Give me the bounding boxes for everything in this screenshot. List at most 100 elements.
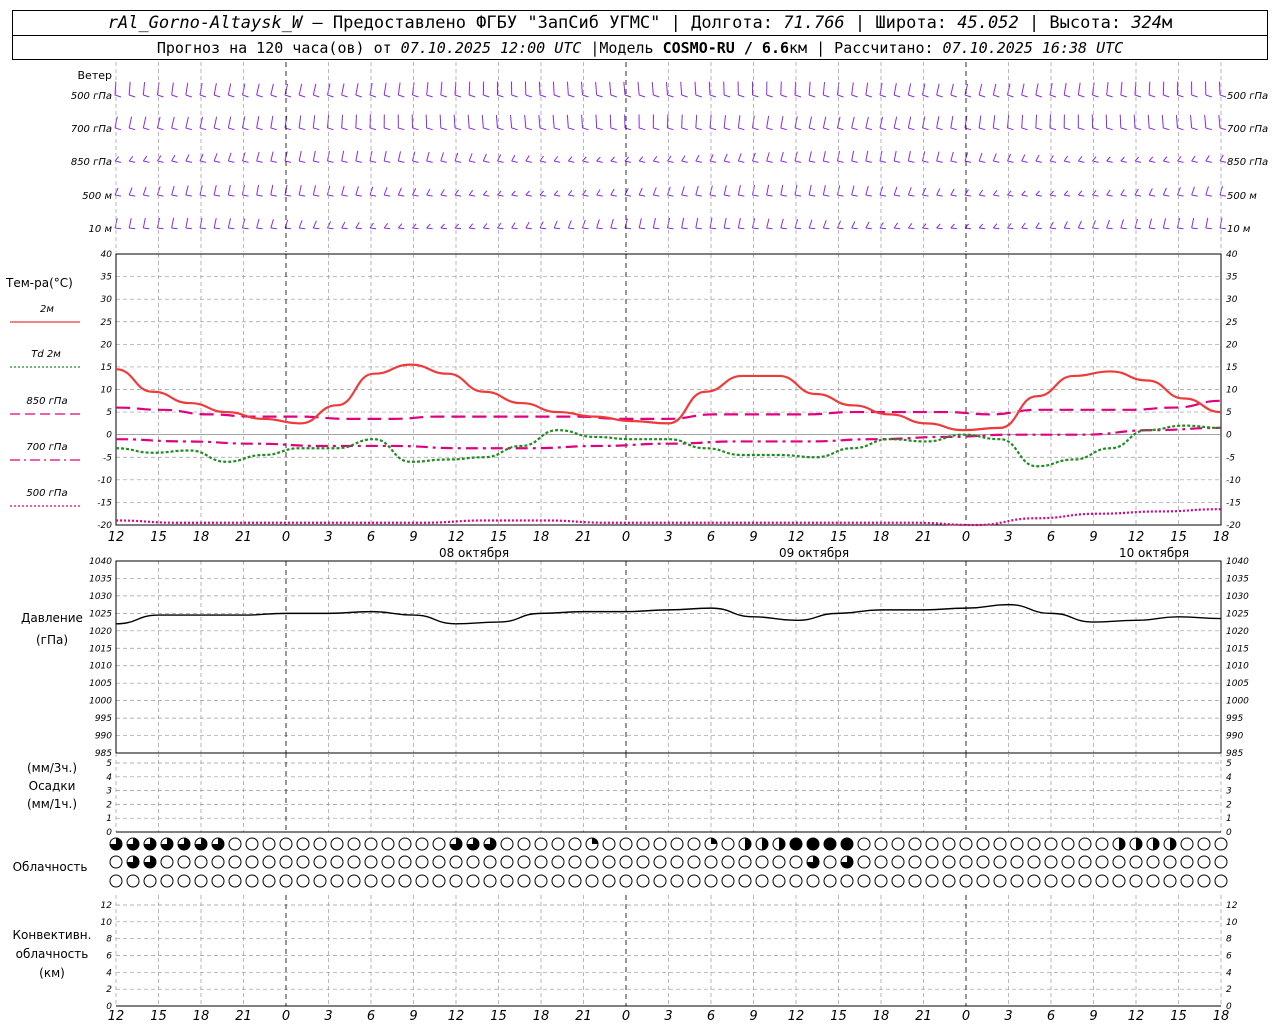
- wind-barb-staff: [355, 83, 359, 96]
- cloud-cover-icon: [1129, 874, 1143, 888]
- wind-barb-feather: [171, 227, 178, 230]
- cloud-circle: [959, 837, 973, 851]
- cloud-circle: [993, 855, 1007, 869]
- wind-barb-feather: [440, 160, 447, 163]
- cloud-cover-icon: [942, 855, 956, 869]
- cloud-circle: [1010, 874, 1024, 888]
- wind-barb-feather: [525, 227, 532, 230]
- wind-barb-staff: [978, 223, 984, 229]
- hour-tick-label: 9: [1089, 1009, 1097, 1024]
- wind-barb-feather: [284, 194, 292, 197]
- cloud-cover-icon: [245, 837, 259, 851]
- cloud-cover-icon: [364, 874, 378, 888]
- wind-barb-feather: [568, 160, 575, 163]
- pressure-tick-right: 1015: [1226, 644, 1249, 654]
- wind-barb-staff: [1177, 156, 1182, 162]
- wind-barb-staff: [1148, 81, 1151, 96]
- wind-barb-staff: [1077, 220, 1082, 229]
- wind-barb-feather: [440, 194, 447, 197]
- wind-barb-staff: [171, 185, 175, 196]
- hour-tick-label: 0: [962, 530, 970, 545]
- wind-barb-staff: [1035, 83, 1039, 96]
- cloud-cover-icon: [313, 855, 327, 869]
- wind-barb-feather: [469, 127, 476, 131]
- wind-barb-staff: [538, 114, 541, 129]
- hour-tick-label: 18: [873, 530, 890, 545]
- wind-barb-staff: [383, 82, 387, 96]
- wind-barb-feather: [695, 194, 702, 197]
- wind-barb-staff: [128, 81, 131, 96]
- temp-tick-right: 5: [1226, 408, 1232, 418]
- wind-barb-feather: [681, 94, 688, 98]
- wind-barb-feather: [1163, 194, 1170, 197]
- wind-barb-staff: [270, 83, 274, 96]
- wind-barb-feather: [1049, 94, 1057, 98]
- wind-barb-staff: [1035, 190, 1040, 196]
- wind-barb-staff: [893, 116, 898, 129]
- axis-tick-labels: 40 4035 3530 3025 2520 2015 1510 105 50 0-5 -5-10-…: [89, 250, 1249, 1024]
- hour-tick-label: 15: [150, 530, 167, 545]
- wind-barb-staff: [667, 155, 672, 162]
- cloud-circle: [364, 837, 378, 851]
- cloud-circle: [228, 874, 242, 888]
- cloud-cover-icon: [1180, 855, 1194, 869]
- wind-barb-feather: [766, 227, 773, 230]
- wind-barb-staff: [1191, 217, 1195, 229]
- wind-barb-feather: [993, 94, 1000, 98]
- precip-tick-right: 0: [1226, 828, 1232, 838]
- wind-barb-feather: [766, 160, 773, 163]
- wind-barb-staff: [652, 187, 657, 196]
- wind-barb-feather: [256, 127, 263, 131]
- cloud-cover-icon: [517, 874, 531, 888]
- wind-barb-feather: [596, 160, 603, 163]
- wind-barb-feather: [1163, 127, 1170, 131]
- wind-barb-feather: [454, 94, 462, 98]
- hour-tick-label: 6: [1047, 1009, 1055, 1024]
- cloud-cover-icon: [262, 837, 276, 851]
- wind-barb-staff: [539, 190, 545, 196]
- wind-barb-staff: [128, 116, 133, 129]
- wind-barb-staff: [1063, 221, 1068, 229]
- cloud-circle: [449, 874, 463, 888]
- cloud-circle: [160, 874, 174, 888]
- wind-barb-feather: [1078, 94, 1085, 98]
- wind-barb-staff: [256, 218, 260, 229]
- wind-barb-staff: [851, 185, 855, 196]
- cloud-circle: [1197, 837, 1211, 851]
- wind-barb-feather: [851, 194, 858, 197]
- cloud-cover-icon: [194, 874, 208, 888]
- wind-barb-feather: [780, 160, 787, 163]
- cloud-circle: [364, 874, 378, 888]
- cloud-circle: [517, 837, 531, 851]
- cloud-circle: [1163, 874, 1177, 888]
- pressure-tick-left: 1000: [89, 697, 112, 707]
- wind-barb-feather: [908, 94, 915, 98]
- wind-barb-staff: [1119, 114, 1122, 129]
- wind-barb-feather: [143, 94, 150, 98]
- cloud-circle: [721, 855, 735, 869]
- cloud-circle: [466, 874, 480, 888]
- wind-barb-feather: [554, 127, 561, 131]
- cloud-circle: [636, 874, 650, 888]
- wind-barb-feather: [823, 94, 830, 98]
- hour-tick-label: 15: [490, 530, 507, 545]
- wind-barb-feather: [979, 194, 986, 197]
- wind-barb-staff: [708, 81, 711, 96]
- wind-barb-feather: [270, 94, 277, 98]
- temp-tick-left: 30: [101, 295, 113, 305]
- wind-barb-feather: [653, 194, 660, 197]
- wind-barb-staff: [936, 188, 941, 196]
- wind-barb-staff: [341, 114, 344, 129]
- cloud-circle: [585, 874, 599, 888]
- wind-barb-feather: [865, 194, 872, 197]
- wind-barb-feather: [653, 227, 660, 230]
- cloud-cover-icon: [109, 837, 123, 851]
- convective-tick-left: 4: [106, 968, 112, 978]
- wind-barb-feather: [185, 127, 192, 131]
- cloud-circle: [1180, 874, 1194, 888]
- wind-barb-staff: [1092, 220, 1096, 229]
- wind-barb-staff: [1219, 154, 1224, 162]
- cloud-cover-icon: [789, 837, 803, 851]
- wind-barb-staff: [298, 185, 302, 196]
- wind-barb-staff: [312, 185, 317, 196]
